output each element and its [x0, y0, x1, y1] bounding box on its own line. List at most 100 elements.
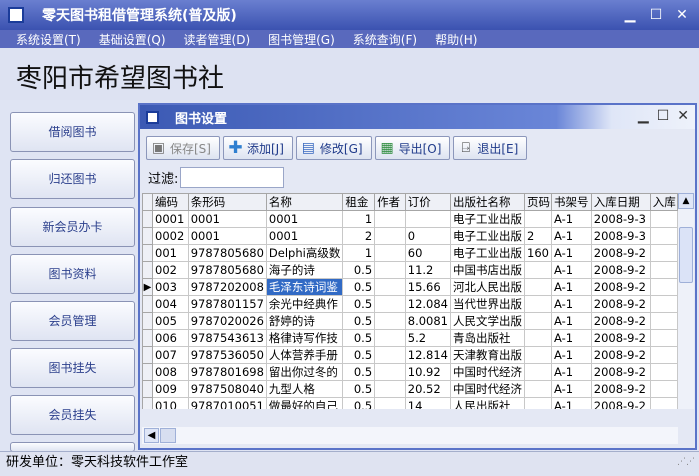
table-cell[interactable] — [524, 295, 552, 313]
table-cell[interactable]: 0001 — [265, 227, 344, 245]
table-cell[interactable]: A-1 — [550, 363, 592, 381]
table-cell[interactable] — [649, 397, 678, 409]
table-cell[interactable]: 010 — [152, 397, 189, 409]
table-cell[interactable]: 2 — [524, 227, 552, 245]
current-row-indicator-icon[interactable]: ▶ — [142, 278, 154, 296]
column-header[interactable]: 页码 — [524, 193, 552, 211]
table-row[interactable]: 001 9787805680 Delphi高级数 1 60 电子工业出版 160 A-1 200… — [142, 244, 678, 262]
member-loss-button[interactable]: 会员挂失 — [10, 395, 135, 435]
table-cell[interactable] — [649, 346, 678, 364]
table-cell[interactable] — [524, 210, 552, 228]
table-cell[interactable]: 60 — [404, 244, 452, 262]
row-indicator[interactable] — [142, 312, 154, 330]
book-loss-button[interactable]: 图书挂失 — [10, 348, 135, 388]
table-cell[interactable] — [649, 244, 678, 262]
exit-button[interactable]: ⍈ 退出[E] — [453, 136, 528, 160]
table-cell[interactable]: Delphi高级数 — [265, 244, 344, 262]
menu-help[interactable]: 帮助(H) — [435, 31, 477, 48]
table-cell[interactable]: 8.0081 — [404, 312, 452, 330]
table-cell[interactable]: 2008-9-2 — [590, 329, 651, 347]
column-header[interactable]: 出版社名称 — [450, 193, 525, 211]
table-cell[interactable] — [374, 295, 406, 313]
vertical-scroll-thumb[interactable] — [679, 227, 693, 283]
table-cell[interactable]: 9787805680 — [187, 261, 267, 279]
row-indicator[interactable] — [142, 329, 154, 347]
table-cell[interactable] — [374, 261, 406, 279]
table-cell[interactable]: 人体营养手册 — [265, 346, 344, 364]
table-cell[interactable]: 余光中经典作 — [265, 295, 344, 313]
table-row[interactable]: 0002 0001 0001 2 0 电子工业出版 2 A-1 2008-9-3 — [142, 227, 678, 245]
child-close-button[interactable]: ✕ — [677, 108, 689, 124]
table-cell[interactable] — [374, 227, 406, 245]
table-cell[interactable]: 留出你过冬的 — [265, 363, 344, 381]
scroll-left-icon[interactable]: ◀ — [144, 428, 159, 443]
row-indicator[interactable] — [142, 295, 154, 313]
table-cell[interactable]: A-1 — [550, 346, 592, 364]
table-cell[interactable] — [524, 397, 552, 409]
book-info-button[interactable]: 图书资料 — [10, 254, 135, 294]
table-cell[interactable] — [404, 210, 452, 228]
table-cell[interactable]: 2008-9-2 — [590, 397, 651, 409]
table-cell[interactable]: 10.92 — [404, 363, 452, 381]
table-cell[interactable] — [524, 363, 552, 381]
resize-grip-icon[interactable]: ⋰⋰ — [677, 451, 695, 473]
table-cell[interactable]: A-1 — [550, 295, 592, 313]
table-cell[interactable]: 14 — [404, 397, 452, 409]
table-row[interactable]: 004 9787801157 余光中经典作 0.5 12.084 当代世界出版 A-1 200… — [142, 295, 678, 313]
table-cell[interactable] — [649, 261, 678, 279]
horizontal-scroll-thumb[interactable] — [160, 428, 176, 443]
table-cell[interactable]: 0001 — [152, 210, 189, 228]
table-cell[interactable] — [649, 210, 678, 228]
table-cell[interactable]: 9787202008 — [187, 278, 267, 296]
table-cell[interactable]: 0.5 — [342, 295, 376, 313]
table-cell[interactable]: 0002 — [152, 227, 189, 245]
table-cell[interactable]: 舒婷的诗 — [265, 312, 344, 330]
table-cell[interactable] — [374, 380, 406, 398]
table-cell[interactable]: 当代世界出版 — [450, 295, 525, 313]
table-cell[interactable]: 海子的诗 — [265, 261, 344, 279]
menu-book-management[interactable]: 图书管理(G) — [268, 31, 335, 48]
child-minimize-button[interactable]: ▁ — [638, 108, 649, 124]
table-cell[interactable]: 2008-9-3 — [590, 227, 651, 245]
table-row[interactable]: 0001 0001 0001 1 电子工业出版 A-1 2008-9-3 — [142, 210, 678, 228]
table-cell[interactable]: 9787805680 — [187, 244, 267, 262]
table-cell[interactable] — [374, 210, 406, 228]
table-cell[interactable]: 2008-9-2 — [590, 261, 651, 279]
table-cell[interactable]: A-1 — [550, 244, 592, 262]
table-cell[interactable]: 9787010051 — [187, 397, 267, 409]
table-cell[interactable]: 9787508040 — [187, 380, 267, 398]
table-cell[interactable]: 中国时代经济 — [450, 380, 525, 398]
table-row[interactable]: ▶ 003 9787202008 毛泽东诗词鉴 0.5 15.66 河北人民出版 A-1 200… — [142, 278, 678, 296]
table-cell[interactable]: 电子工业出版 — [450, 244, 525, 262]
table-cell[interactable]: 青岛出版社 — [450, 329, 525, 347]
table-cell[interactable] — [649, 278, 678, 296]
table-cell[interactable]: 九型人格 — [265, 380, 344, 398]
table-cell[interactable] — [374, 312, 406, 330]
table-cell[interactable] — [374, 346, 406, 364]
row-indicator[interactable] — [142, 227, 154, 245]
table-cell[interactable]: 电子工业出版 — [450, 227, 525, 245]
table-cell[interactable]: 0001 — [265, 210, 344, 228]
table-cell[interactable] — [649, 380, 678, 398]
row-indicator[interactable] — [142, 380, 154, 398]
column-header[interactable]: 条形码 — [187, 193, 267, 211]
vertical-scrollbar[interactable]: ▲ — [678, 193, 694, 409]
table-cell[interactable] — [649, 295, 678, 313]
table-row[interactable]: 002 9787805680 海子的诗 0.5 11.2 中国书店出版 A-1 2008-9-… — [142, 261, 678, 279]
row-indicator[interactable] — [142, 397, 154, 409]
table-cell[interactable] — [524, 278, 552, 296]
minimize-button[interactable]: ▁ — [619, 6, 641, 25]
table-cell[interactable]: 9787801157 — [187, 295, 267, 313]
close-button[interactable]: ✕ — [671, 6, 693, 25]
column-header[interactable]: 入库 — [649, 193, 678, 211]
save-button[interactable]: ▣ 保存[S] — [146, 136, 220, 160]
menu-basic-settings[interactable]: 基础设置(Q) — [99, 31, 166, 48]
table-cell[interactable]: 毛泽东诗词鉴 — [265, 278, 344, 296]
member-management-button[interactable]: 会员管理 — [10, 301, 135, 341]
table-cell[interactable]: 中国时代经济 — [450, 363, 525, 381]
table-cell[interactable]: 0 — [404, 227, 452, 245]
table-cell[interactable] — [374, 244, 406, 262]
table-cell[interactable] — [524, 312, 552, 330]
table-cell[interactable]: 002 — [152, 261, 189, 279]
table-cell[interactable]: 1 — [342, 244, 376, 262]
